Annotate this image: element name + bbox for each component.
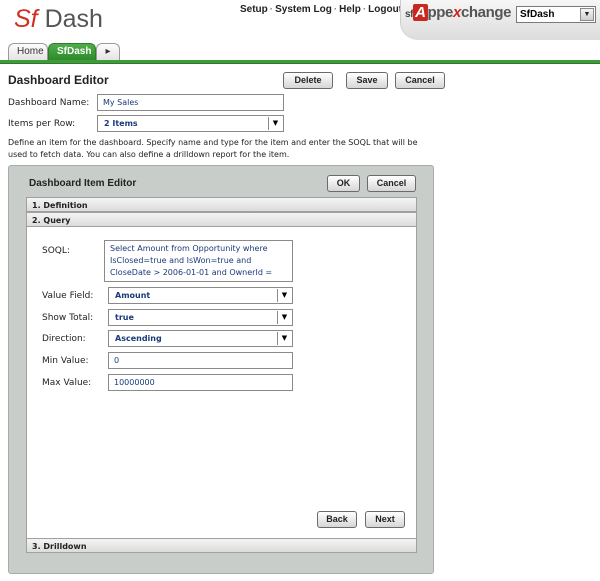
dashboard-name-input[interactable]: My Sales — [97, 94, 284, 111]
direction-select[interactable]: Ascending ▼ — [108, 330, 293, 347]
app-selector-value: SfDash — [520, 9, 555, 20]
cancel-button[interactable]: Cancel — [395, 72, 445, 89]
link-separator: · — [269, 4, 274, 15]
ok-button[interactable]: OK — [327, 175, 360, 192]
min-value-label: Min Value: — [42, 356, 89, 366]
value-field-select[interactable]: Amount ▼ — [108, 287, 293, 304]
tab-underline-bar — [0, 60, 600, 64]
appexchange-logo[interactable]: sf Appexchange — [405, 4, 511, 21]
delete-button[interactable]: Delete — [283, 72, 333, 89]
tab-bar: Home SfDash ▸ — [0, 40, 600, 60]
dashboard-name-label: Dashboard Name: — [8, 98, 90, 108]
link-separator: · — [333, 4, 338, 15]
top-links: Setup · System Log · Help · Logout — [240, 4, 402, 15]
tab-sfdash[interactable]: SfDash — [48, 43, 96, 60]
save-button[interactable]: Save — [346, 72, 388, 89]
editor-description: Define an item for the dashboard. Specif… — [8, 138, 418, 159]
item-cancel-button[interactable]: Cancel — [367, 175, 416, 192]
chevron-down-icon[interactable]: ▼ — [277, 332, 291, 345]
chevron-down-icon[interactable]: ▼ — [268, 117, 282, 130]
chevron-down-icon[interactable]: ▼ — [277, 311, 291, 324]
soql-label: SOQL: — [42, 246, 70, 256]
direction-value: Ascending — [115, 334, 162, 343]
back-button[interactable]: Back — [317, 511, 357, 528]
max-value-label: Max Value: — [42, 378, 92, 388]
chevron-down-icon[interactable]: ▼ — [277, 289, 291, 302]
min-value-input[interactable]: 0 — [108, 352, 293, 369]
page-title: Dashboard Editor — [8, 73, 109, 87]
appexchange-bar: sf Appexchange SfDash ▼ — [400, 0, 600, 40]
logo-prefix: Sf — [14, 5, 38, 33]
section-query[interactable]: 2. Query — [26, 212, 417, 227]
app-selector[interactable]: SfDash ▼ — [516, 6, 596, 23]
show-total-label: Show Total: — [42, 313, 94, 323]
item-editor-title: Dashboard Item Editor — [29, 178, 137, 189]
tab-home[interactable]: Home — [8, 43, 48, 60]
query-section-body: SOQL: Select Amount from Opportunity whe… — [26, 227, 417, 538]
link-separator: · — [362, 4, 367, 15]
app-logo: Sf Dash — [14, 4, 103, 34]
logo-suffix: Dash — [44, 5, 103, 33]
items-per-row-value: 2 Items — [104, 119, 138, 128]
help-link[interactable]: Help — [339, 4, 361, 15]
show-total-select[interactable]: true ▼ — [108, 309, 293, 326]
chevron-down-icon[interactable]: ▼ — [580, 8, 594, 21]
tab-more-arrow-icon[interactable]: ▸ — [96, 43, 120, 60]
next-button[interactable]: Next — [365, 511, 405, 528]
section-definition[interactable]: 1. Definition — [26, 197, 417, 212]
show-total-value: true — [115, 313, 134, 322]
item-editor-panel: Dashboard Item Editor OK Cancel 1. Defin… — [8, 165, 434, 574]
direction-label: Direction: — [42, 334, 86, 344]
logout-link[interactable]: Logout — [368, 4, 402, 15]
items-per-row-select[interactable]: 2 Items ▼ — [97, 115, 284, 132]
section-drilldown[interactable]: 3. Drilldown — [26, 538, 417, 553]
max-value-input[interactable]: 10000000 — [108, 374, 293, 391]
value-field-label: Value Field: — [42, 291, 94, 301]
system-log-link[interactable]: System Log — [275, 4, 332, 15]
items-per-row-label: Items per Row: — [8, 119, 76, 129]
value-field-value: Amount — [115, 291, 151, 300]
setup-link[interactable]: Setup — [240, 4, 268, 15]
soql-textarea[interactable]: Select Amount from Opportunity where IsC… — [104, 240, 293, 282]
